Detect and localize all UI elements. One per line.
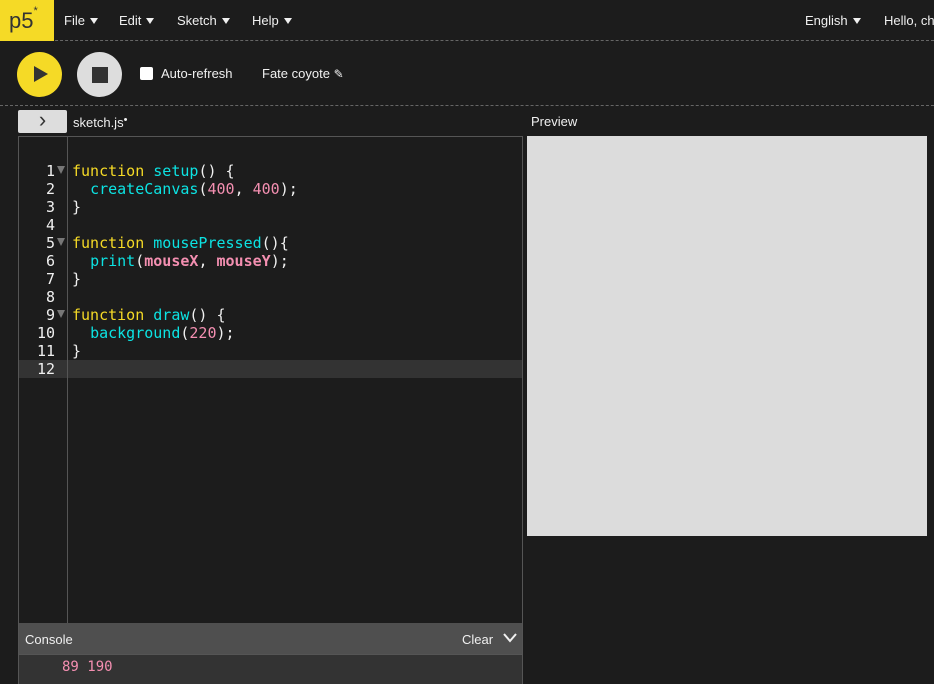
- menu-sketch[interactable]: Sketch: [177, 0, 230, 41]
- code-line-6[interactable]: print(mouseX, mouseY);: [72, 252, 289, 270]
- play-button[interactable]: [17, 52, 62, 97]
- active-line: [19, 360, 522, 378]
- code-line-1[interactable]: function setup() {: [72, 162, 235, 180]
- console-header: Console Clear: [18, 623, 523, 655]
- line-number: 7: [45, 270, 55, 288]
- code-line-3[interactable]: }: [72, 198, 81, 216]
- code-line-2[interactable]: createCanvas(400, 400);: [72, 180, 298, 198]
- caret-down-icon: [852, 18, 861, 24]
- fold-arrow-icon[interactable]: [57, 310, 65, 318]
- menu-file[interactable]: File: [64, 0, 98, 41]
- code-line-7[interactable]: }: [72, 270, 81, 288]
- line-number: 9: [45, 306, 55, 324]
- line-number: 10: [36, 324, 55, 342]
- line-number: 12: [36, 360, 55, 378]
- menu-help[interactable]: Help: [252, 0, 292, 41]
- preview-label: Preview: [531, 114, 578, 129]
- fold-arrow-icon[interactable]: [57, 166, 65, 174]
- fold-arrow-icon[interactable]: [57, 238, 65, 246]
- auto-refresh-label: Auto-refresh: [161, 66, 233, 81]
- caret-down-icon: [89, 18, 98, 24]
- language-menu[interactable]: English: [805, 0, 861, 41]
- p5-logo[interactable]: p5*: [0, 0, 54, 41]
- code-editor[interactable]: [18, 136, 523, 624]
- console-log-line: 89 190: [62, 659, 113, 675]
- play-icon: [34, 66, 48, 82]
- line-number: 3: [45, 198, 55, 216]
- code-line-11[interactable]: }: [72, 342, 81, 360]
- sketch-name[interactable]: Fate coyote ✎: [262, 66, 344, 81]
- sidebar-toggle-button[interactable]: ›: [18, 107, 67, 133]
- preview-canvas[interactable]: [527, 136, 927, 536]
- console-output: 89 190: [18, 655, 523, 684]
- logo-text: p5: [9, 8, 34, 33]
- chevron-right-icon: ›: [38, 107, 47, 132]
- code-line-5[interactable]: function mousePressed(){: [72, 234, 289, 252]
- caret-down-icon: [221, 18, 230, 24]
- pencil-icon[interactable]: ✎: [334, 67, 344, 81]
- logo-asterisk: *: [33, 5, 38, 17]
- unsaved-dot-icon: •: [123, 114, 128, 126]
- file-tab[interactable]: sketch.js•: [73, 114, 127, 130]
- line-number: 4: [45, 216, 55, 234]
- line-number: 6: [45, 252, 55, 270]
- console-title: Console: [25, 632, 73, 647]
- auto-refresh-checkbox[interactable]: [140, 67, 153, 80]
- code-line-9[interactable]: function draw() {: [72, 306, 226, 324]
- stop-icon: [92, 67, 108, 83]
- chevron-down-icon[interactable]: [503, 633, 517, 643]
- code-line-10[interactable]: background(220);: [72, 324, 235, 342]
- line-number: 5: [45, 234, 55, 252]
- caret-down-icon: [146, 18, 155, 24]
- menu-edit[interactable]: Edit: [119, 0, 155, 41]
- console-clear-button[interactable]: Clear: [462, 632, 493, 647]
- caret-down-icon: [283, 18, 292, 24]
- line-number: 1: [45, 162, 55, 180]
- line-number: 11: [36, 342, 55, 360]
- line-number: 2: [45, 180, 55, 198]
- line-number: 8: [45, 288, 55, 306]
- user-greeting[interactable]: Hello, ch: [884, 0, 934, 41]
- stop-button[interactable]: [77, 52, 122, 97]
